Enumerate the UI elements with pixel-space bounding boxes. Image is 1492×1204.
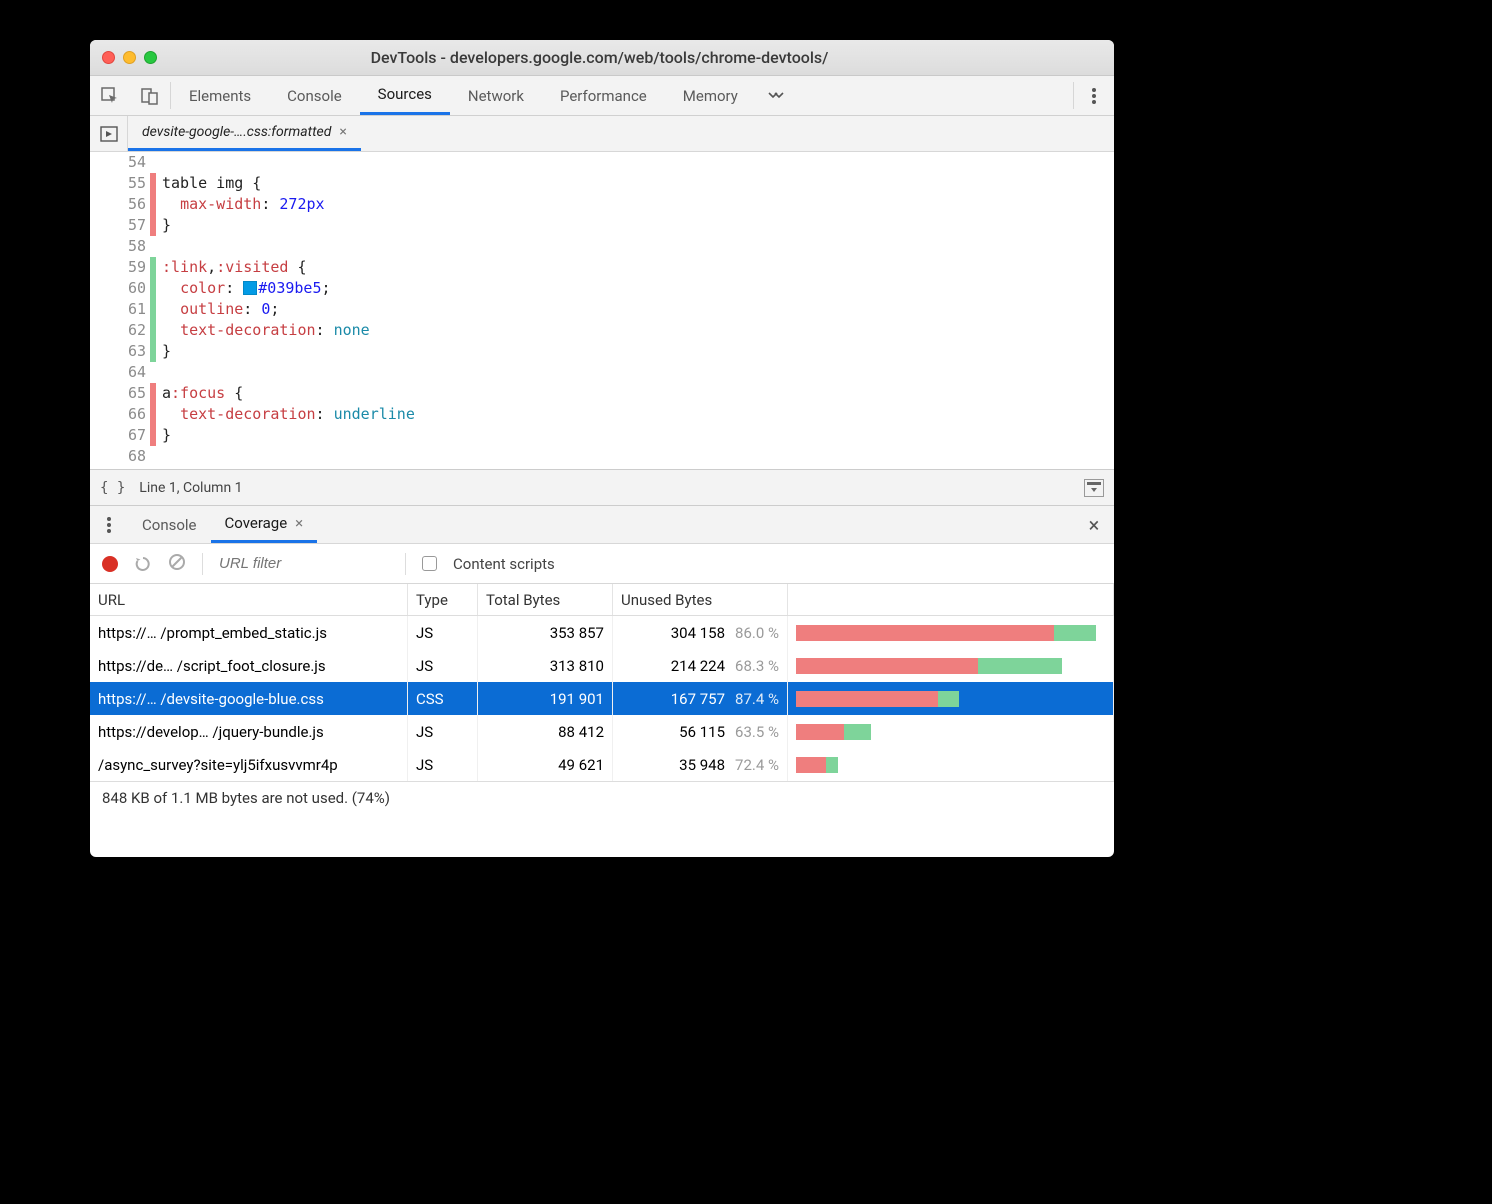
cell-usage-bar bbox=[788, 682, 1114, 715]
cell-unused-bytes: 35 94872.4 % bbox=[613, 748, 788, 781]
coverage-row[interactable]: /async_survey?site=ylj5ifxusvvmr4pJS49 6… bbox=[90, 748, 1114, 781]
show-sidebar-icon[interactable] bbox=[1084, 479, 1104, 497]
main-tabs: ElementsConsoleSourcesNetworkPerformance… bbox=[171, 76, 756, 115]
col-total[interactable]: Total Bytes bbox=[478, 584, 613, 615]
kebab-menu-icon[interactable] bbox=[1074, 76, 1114, 115]
sources-file-tabbar: devsite-google-….css:formatted × bbox=[90, 116, 1114, 152]
record-button[interactable] bbox=[102, 556, 118, 572]
source-editor[interactable]: 545556575859606162636465666768 table img… bbox=[90, 152, 1114, 470]
coverage-table-header: URL Type Total Bytes Unused Bytes bbox=[90, 584, 1114, 616]
cell-unused-bytes: 304 15886.0 % bbox=[613, 616, 788, 649]
more-tabs-chevron-icon[interactable] bbox=[756, 76, 796, 115]
col-unused[interactable]: Unused Bytes bbox=[613, 584, 788, 615]
file-tab-label: devsite-google-….css:formatted bbox=[142, 124, 331, 140]
cell-unused-bytes: 214 22468.3 % bbox=[613, 649, 788, 682]
coverage-row[interactable]: https://develop… /jquery-bundle.jsJS88 4… bbox=[90, 715, 1114, 748]
cell-total-bytes: 313 810 bbox=[478, 649, 613, 682]
drawer-kebab-menu-icon[interactable] bbox=[90, 506, 128, 543]
content-scripts-label: Content scripts bbox=[453, 555, 555, 573]
device-toolbar-icon[interactable] bbox=[130, 76, 170, 115]
separator bbox=[202, 553, 203, 575]
drawer-tab-console[interactable]: Console bbox=[128, 506, 211, 543]
inspect-element-icon[interactable] bbox=[90, 76, 130, 115]
close-drawer-icon[interactable]: × bbox=[1074, 506, 1114, 543]
close-drawer-tab-icon[interactable]: × bbox=[295, 514, 303, 532]
titlebar: DevTools - developers.google.com/web/too… bbox=[90, 40, 1114, 76]
drawer-tabs: ConsoleCoverage× bbox=[128, 506, 317, 543]
separator bbox=[405, 553, 406, 575]
main-tab-console[interactable]: Console bbox=[269, 76, 360, 115]
clear-icon[interactable] bbox=[168, 553, 186, 575]
cell-type: JS bbox=[408, 649, 478, 682]
main-tab-performance[interactable]: Performance bbox=[542, 76, 665, 115]
cell-unused-bytes: 56 11563.5 % bbox=[613, 715, 788, 748]
cell-total-bytes: 191 901 bbox=[478, 682, 613, 715]
cell-type: JS bbox=[408, 715, 478, 748]
file-tab[interactable]: devsite-google-….css:formatted × bbox=[128, 116, 361, 151]
cell-total-bytes: 49 621 bbox=[478, 748, 613, 781]
cell-type: JS bbox=[408, 748, 478, 781]
cell-url: /async_survey?site=ylj5ifxusvvmr4p bbox=[90, 748, 408, 781]
cell-type: JS bbox=[408, 616, 478, 649]
page-navigator-icon[interactable] bbox=[90, 116, 128, 151]
cursor-position: Line 1, Column 1 bbox=[139, 480, 242, 496]
coverage-footer: 848 KB of 1.1 MB bytes are not used. (74… bbox=[90, 781, 1114, 813]
coverage-rows: https://… /prompt_embed_static.jsJS353 8… bbox=[90, 616, 1114, 781]
pretty-print-icon[interactable]: { } bbox=[100, 480, 125, 496]
drawer-tab-coverage[interactable]: Coverage× bbox=[211, 506, 318, 543]
cell-url: https://de… /script_foot_closure.js bbox=[90, 649, 408, 682]
main-tab-sources[interactable]: Sources bbox=[360, 76, 450, 115]
coverage-row[interactable]: https://de… /script_foot_closure.jsJS313… bbox=[90, 649, 1114, 682]
drawer-tabstrip: ConsoleCoverage× × bbox=[90, 506, 1114, 544]
cell-usage-bar bbox=[788, 616, 1114, 649]
url-filter-input[interactable] bbox=[219, 555, 389, 572]
col-visualization bbox=[788, 584, 1114, 615]
coverage-table: URL Type Total Bytes Unused Bytes https:… bbox=[90, 584, 1114, 857]
reload-icon[interactable] bbox=[134, 555, 152, 573]
cell-url: https://… /prompt_embed_static.js bbox=[90, 616, 408, 649]
main-tab-memory[interactable]: Memory bbox=[665, 76, 756, 115]
cell-type: CSS bbox=[408, 682, 478, 715]
cell-usage-bar bbox=[788, 748, 1114, 781]
window-title: DevTools - developers.google.com/web/too… bbox=[97, 48, 1102, 67]
coverage-row[interactable]: https://… /prompt_embed_static.jsJS353 8… bbox=[90, 616, 1114, 649]
main-tab-network[interactable]: Network bbox=[450, 76, 542, 115]
cell-total-bytes: 353 857 bbox=[478, 616, 613, 649]
coverage-row[interactable]: https://… /devsite-google-blue.cssCSS191… bbox=[90, 682, 1114, 715]
coverage-toolbar: Content scripts bbox=[90, 544, 1114, 584]
editor-statusbar: { } Line 1, Column 1 bbox=[90, 470, 1114, 506]
cell-url: https://develop… /jquery-bundle.js bbox=[90, 715, 408, 748]
close-tab-icon[interactable]: × bbox=[339, 124, 346, 140]
cell-url: https://… /devsite-google-blue.css bbox=[90, 682, 408, 715]
content-scripts-checkbox[interactable] bbox=[422, 556, 437, 571]
cell-usage-bar bbox=[788, 649, 1114, 682]
main-tabstrip: ElementsConsoleSourcesNetworkPerformance… bbox=[90, 76, 1114, 116]
cell-usage-bar bbox=[788, 715, 1114, 748]
cell-total-bytes: 88 412 bbox=[478, 715, 613, 748]
col-type[interactable]: Type bbox=[408, 584, 478, 615]
main-tab-elements[interactable]: Elements bbox=[171, 76, 269, 115]
col-url[interactable]: URL bbox=[90, 584, 408, 615]
devtools-window: DevTools - developers.google.com/web/too… bbox=[90, 40, 1114, 857]
line-number-gutter: 545556575859606162636465666768 bbox=[90, 152, 150, 469]
cell-unused-bytes: 167 75787.4 % bbox=[613, 682, 788, 715]
code-content[interactable]: table img { max-width: 272px}:link,:visi… bbox=[156, 152, 1114, 469]
